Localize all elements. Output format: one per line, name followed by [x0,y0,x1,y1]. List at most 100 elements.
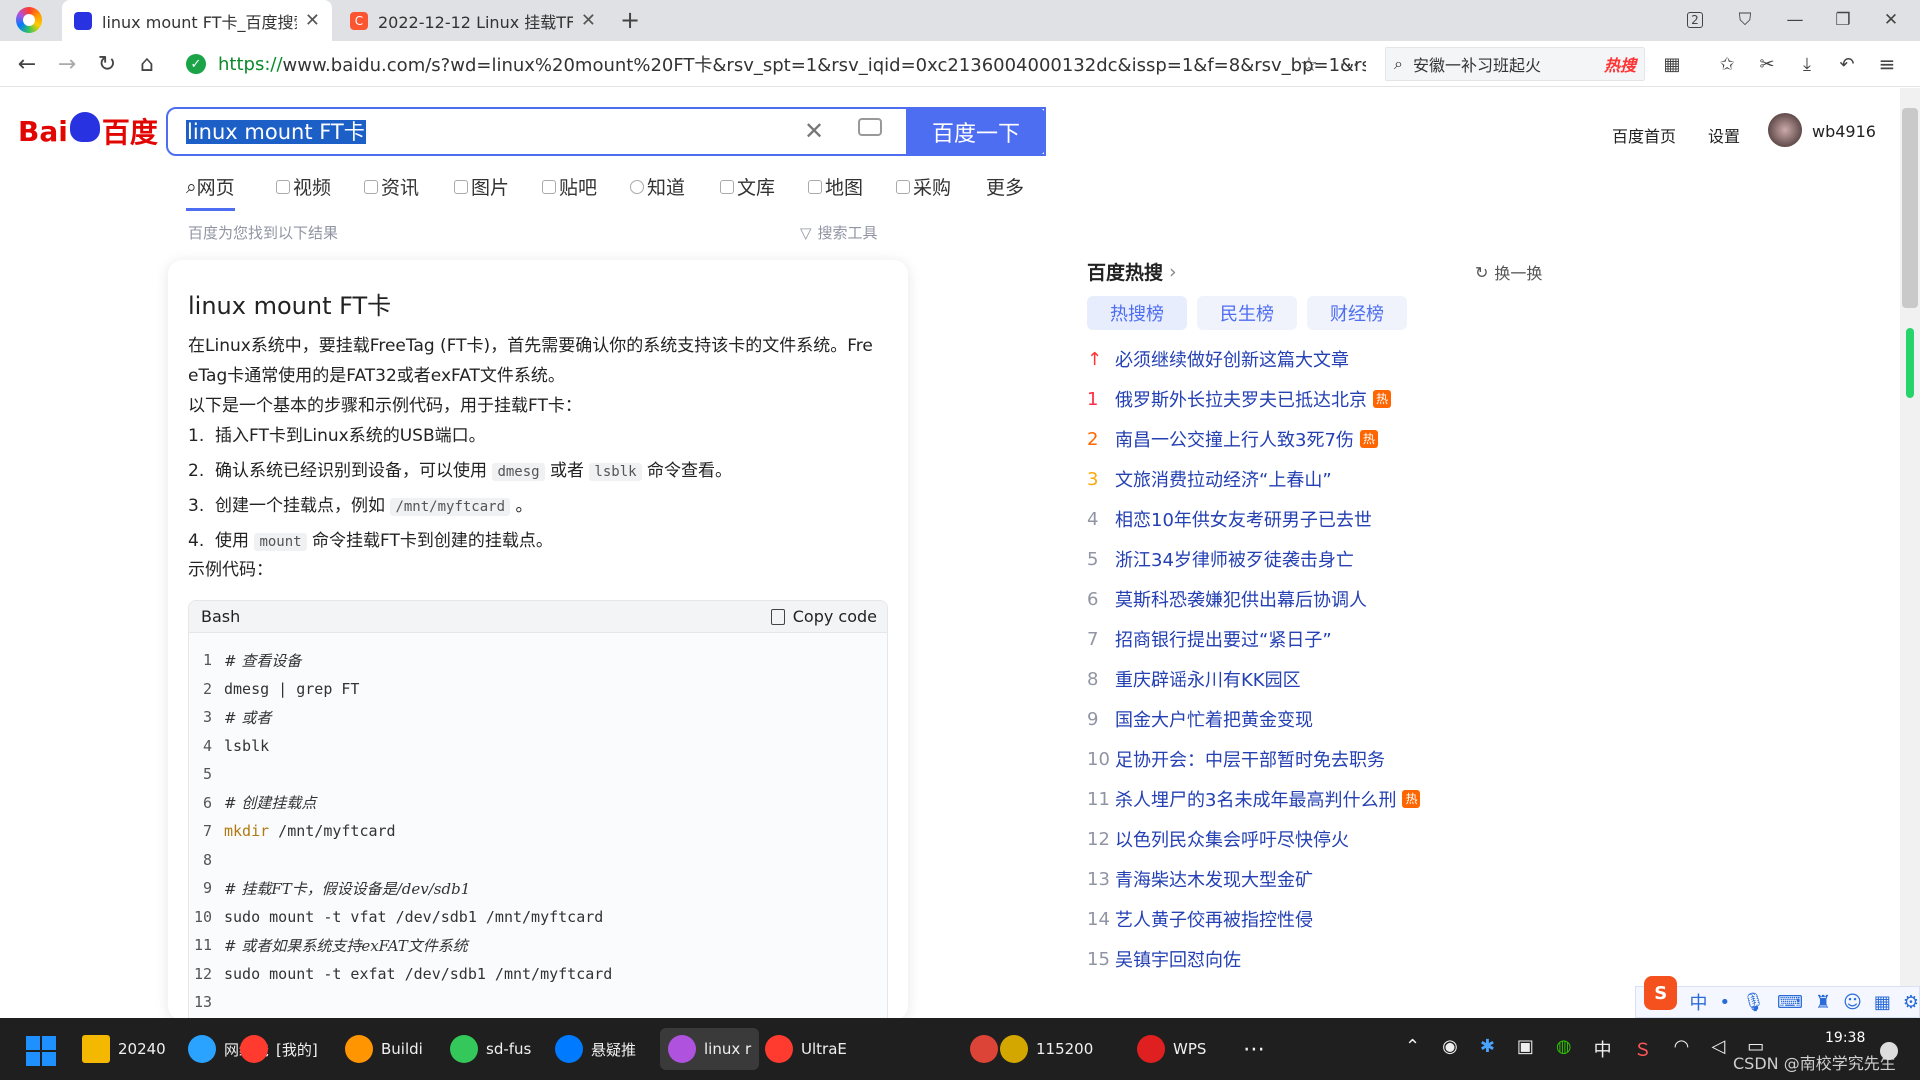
hot-search-item[interactable]: 12 以色列民众集会呼吁尽快停火 [1087,825,1349,853]
tab-map[interactable]: 地图 [808,173,863,200]
volume-icon[interactable]: ◁ [1711,1036,1725,1062]
tab-purchase[interactable]: 采购 [896,173,951,200]
favorites-icon[interactable]: ✩ [1712,49,1742,79]
hot-text[interactable]: 重庆辟谣永川有KK园区 [1115,666,1301,692]
toolbox-icon[interactable]: ▦ [1874,992,1891,1013]
username[interactable]: wb4916 [1812,122,1876,141]
taskbar-app[interactable]: 20240 [82,1028,166,1070]
undo-icon[interactable]: ↶ [1832,49,1862,79]
emoji-icon[interactable]: ☺ [1843,992,1862,1013]
search-button[interactable]: 百度一下 [906,107,1046,156]
download-icon[interactable]: ⤓ [1792,49,1822,79]
hot-search-item[interactable]: 7 招商银行提出要过“紧日子” [1087,625,1332,653]
taskbar-app[interactable]: sd-fus [450,1028,531,1070]
hot-search-item[interactable]: 6 莫斯科恐袭嫌犯供出幕后协调人 [1087,585,1367,613]
tab-baidu-search[interactable]: linux mount FT卡_百度搜索 ✕ [62,0,332,41]
taskbar-app[interactable]: [我的] [240,1028,318,1070]
skin-icon[interactable]: ⛉ [1730,6,1760,34]
refresh-button[interactable]: ↻ 换一换 [1475,260,1542,284]
hot-search-item[interactable]: 9 国金大户忙着把黄金变现 [1087,705,1313,733]
bluetooth-icon[interactable]: ✱ [1480,1036,1495,1062]
hot-text[interactable]: 青海柴达木发现大型金矿 [1115,866,1313,892]
tab-wenku[interactable]: 文库 [720,173,775,200]
search-query[interactable]: linux mount FT卡 [186,120,366,144]
hot-search-item[interactable]: 13 青海柴达木发现大型金矿 [1087,865,1313,893]
hot-text[interactable]: 艺人黄子佼再被指控性侵 [1115,906,1313,932]
hot-text[interactable]: 俄罗斯外长拉夫罗夫已抵达北京 [1115,386,1367,412]
tab-zhidao[interactable]: 知道 [630,173,685,200]
tab-video[interactable]: 视频 [276,173,331,200]
tab-csdn[interactable]: C 2022-12-12 Linux 挂载TF卡 ✕ [338,0,608,41]
ime-mode-icon[interactable]: 中 [1689,989,1707,1015]
keyboard-icon[interactable]: ⌨ [1777,992,1803,1013]
punctuation-icon[interactable]: • [1719,992,1730,1013]
search-tools[interactable]: ▽ 搜索工具 [800,222,878,243]
close-tab-icon[interactable]: ✕ [581,10,596,31]
close-tab-icon[interactable]: ✕ [305,10,320,31]
tab-more[interactable]: 更多 [986,173,1024,200]
hot-search-badge[interactable]: 热搜 [1604,52,1636,76]
hot-search-item[interactable]: 1 俄罗斯外长拉夫罗夫已抵达北京热 [1087,385,1391,413]
hot-search-item[interactable]: 15 吴镇宇回怼向佐 [1087,945,1241,973]
tab-images[interactable]: 图片 [454,173,509,200]
hot-search-title[interactable]: 百度热搜 › [1087,258,1177,285]
restore-button[interactable]: ❐ [1828,6,1858,34]
notification-icon[interactable] [1880,1042,1898,1060]
hot-text[interactable]: 足协开会：中层干部暂时免去职务 [1115,746,1385,772]
menu-icon[interactable]: ≡ [1872,49,1902,79]
hot-search-item[interactable]: 10 足协开会：中层干部暂时免去职务 [1087,745,1385,773]
hot-text[interactable]: 必须继续做好创新这篇大文章 [1115,346,1349,372]
reload-button[interactable]: ↻ [92,49,122,79]
start-button[interactable] [26,1036,56,1066]
taskbar-app[interactable]: linux r [660,1028,760,1070]
chevron-up-icon[interactable]: ⌃ [1405,1036,1420,1062]
skin-icon[interactable]: ♜ [1815,992,1831,1013]
hot-search-item[interactable]: 11 杀人埋尸的3名未成年最高判什么刑热 [1087,785,1421,813]
hot-search-item[interactable]: 8 重庆辟谣永川有KK园区 [1087,665,1301,693]
tab-web[interactable]: ⌕ 网页 [186,173,235,211]
hot-text[interactable]: 文旅消费拉动经济“上春山” [1115,466,1332,492]
tab-count-button[interactable]: 2 [1680,6,1710,34]
hot-text[interactable]: 招商银行提出要过“紧日子” [1115,626,1332,652]
page-scrollbar[interactable] [1900,88,1920,1018]
hot-search-item[interactable]: 14 艺人黄子佼再被指控性侵 [1087,905,1313,933]
scissors-icon[interactable]: ✂ [1752,49,1782,79]
more-apps-icon[interactable]: ⋯ [1243,1028,1265,1070]
clear-icon[interactable]: ✕ [804,117,824,145]
result-title[interactable]: linux mount FT卡 [188,286,391,321]
minimize-button[interactable]: — [1780,6,1810,34]
taskbar-app[interactable]: Buildi [345,1028,423,1070]
hot-text[interactable]: 南昌一公交撞上行人致3死7伤 [1115,426,1354,452]
hot-search-item[interactable]: 5 浙江34岁律师被歹徒袭击身亡 [1087,545,1354,573]
tab-finance-list[interactable]: 财经榜 [1307,296,1407,330]
forward-button[interactable]: → [52,49,82,79]
settings-icon[interactable]: ⚙ [1903,992,1919,1013]
hot-search-item[interactable]: ↑ 必须继续做好创新这篇大文章 [1087,345,1349,373]
new-tab-button[interactable]: + [620,6,640,34]
shield-icon[interactable]: ▣ [1517,1036,1534,1062]
taskbar-app[interactable] [970,1028,1006,1070]
mic-icon[interactable]: 🎙︎ [1742,992,1765,1013]
tab-tieba[interactable]: 贴吧 [542,173,597,200]
hot-text[interactable]: 相恋10年供女友考研男子已去世 [1115,506,1372,532]
back-button[interactable]: ← [12,49,42,79]
ime-indicator[interactable]: 中 [1594,1036,1612,1062]
bookmark-star-icon[interactable]: ☆ [1294,49,1324,79]
hot-search-item[interactable]: 2 南昌一公交撞上行人致3死7伤热 [1087,425,1378,453]
baidu-logo[interactable]: Bai 百度 [18,108,158,154]
tab-news[interactable]: 资讯 [364,173,419,200]
taskbar-app[interactable]: WPS [1137,1028,1206,1070]
close-window-button[interactable]: ✕ [1876,6,1906,34]
hot-text[interactable]: 浙江34岁律师被歹徒袭击身亡 [1115,546,1354,572]
taskbar-app[interactable]: 悬疑推 [555,1028,636,1070]
hot-text[interactable]: 国金大户忙着把黄金变现 [1115,706,1313,732]
hot-search-item[interactable]: 3 文旅消费拉动经济“上春山” [1087,465,1332,493]
avatar[interactable] [1768,113,1802,147]
clock[interactable]: 19:38 [1825,1030,1865,1046]
sogou-icon[interactable]: Ｓ [1634,1036,1652,1062]
ime-toolbar[interactable]: S 中 • 🎙︎ ⌨ ♜ ☺ ▦ ⚙ [1635,976,1920,1018]
scroll-thumb[interactable] [1902,108,1918,308]
qq-icon[interactable]: ◉ [1442,1036,1458,1062]
hot-text[interactable]: 莫斯科恐袭嫌犯供出幕后协调人 [1115,586,1367,612]
wechat-icon[interactable]: ◍ [1556,1036,1572,1062]
